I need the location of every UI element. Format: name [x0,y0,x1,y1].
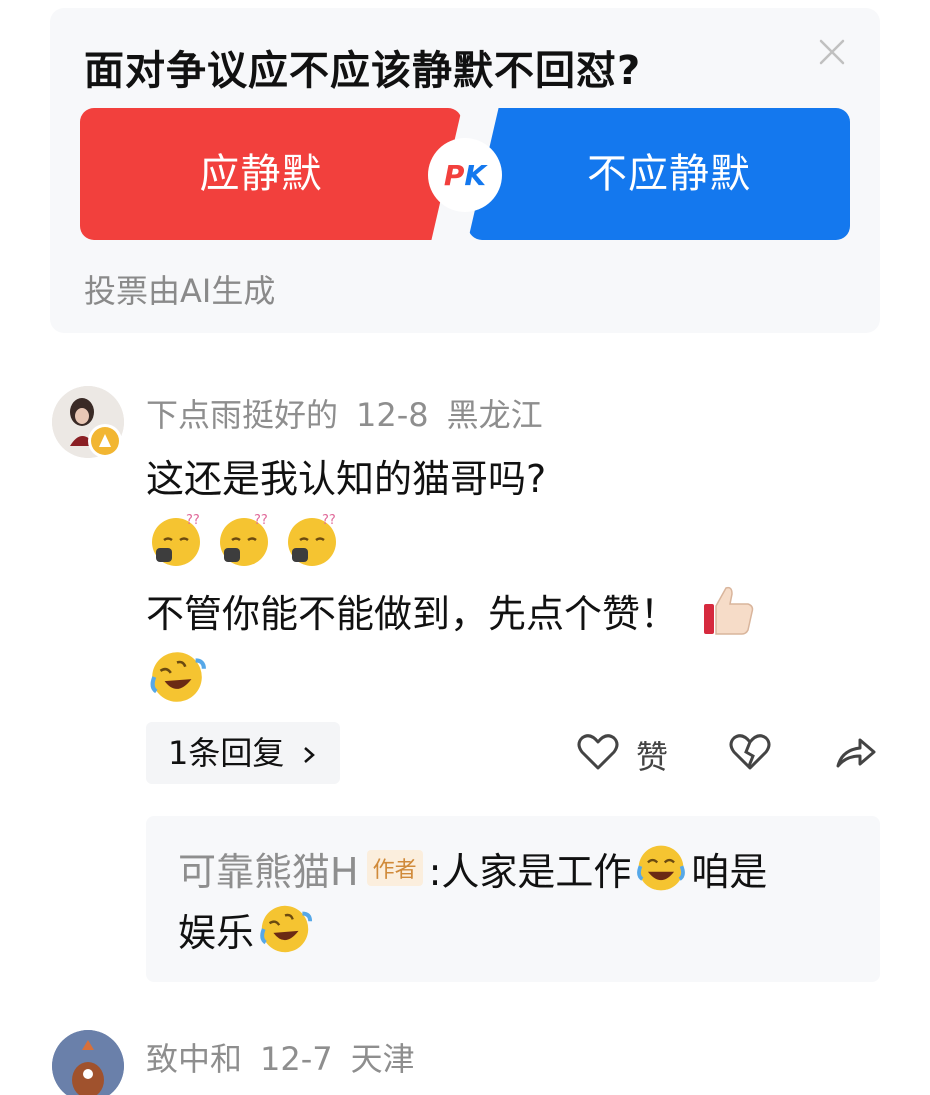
view-replies-button[interactable]: 1条回复 [146,722,340,784]
comment-date: 12-8 [356,396,429,434]
rofl-emoji [260,905,313,953]
comment-username[interactable]: 下点雨挺好的 [146,396,338,434]
comment-meta: 致中和 12-7 天津 [146,1034,433,1080]
share-button[interactable] [834,732,878,776]
share-arrow-icon [836,738,876,768]
vote-option-left[interactable]: 应静默 [80,108,462,240]
thinking-sleepy-emoji: ?? [220,513,268,566]
vote-option-right[interactable]: 不应静默 [468,108,850,240]
comment-location: 天津 [350,1040,415,1078]
reply-text-b: 咱是 [691,849,768,894]
close-icon[interactable] [814,34,850,70]
thinking-sleepy-emoji: ?? [152,513,200,566]
avatar[interactable] [52,1030,124,1095]
vote-option-left-label: 应静默 [199,151,323,197]
emoji-row: ?? ?? ?? [146,510,342,570]
svg-text:??: ?? [254,513,268,528]
author-tag: 作者 [366,850,423,886]
rofl-emoji [150,652,206,702]
reply-text-a: :人家是工作 [428,849,632,894]
reply-count-label: 1条回复 [168,734,285,772]
thumbs-up-emoji [704,586,754,635]
pk-k: K [464,158,487,192]
reply-preview[interactable]: 可靠熊猫H 作者 :人家是工作 咱是 娱乐 [146,816,880,982]
pk-p: P [443,158,465,192]
svg-text:??: ?? [322,513,336,528]
comment-username[interactable]: 致中和 [146,1040,242,1078]
pk-badge: PK [428,138,502,212]
comment-line-1: 这还是我认知的猫哥吗? [146,457,547,501]
reply-line-2: 娱乐 [178,900,314,958]
dislike-button[interactable] [728,732,772,776]
comment-line-2: 不管你能不能做到，先点个赞！ [146,580,758,640]
reply-line-1: 可靠熊猫H 作者 :人家是工作 咱是 [178,840,767,896]
poll-title: 面对争议应不应该静默不回怼? [84,48,642,94]
comment-date: 12-7 [260,1040,333,1078]
reply-username[interactable]: 可靠熊猫H [178,841,359,896]
thinking-sleepy-emoji: ?? [288,513,336,566]
level-badge-icon [88,424,122,458]
heart-icon [577,734,619,770]
reply-text-c: 娱乐 [178,910,255,955]
broken-heart-icon [729,734,771,770]
comment-meta: 下点雨挺好的 12-8 黑龙江 [146,390,561,436]
poll-card: 面对争议应不应该静默不回怼? 应静默 不应静默 PK 投票由AI生成 [50,8,880,333]
vote-bar: 应静默 不应静默 PK [80,108,850,240]
like-button[interactable] [576,732,620,776]
like-label[interactable]: 赞 [636,732,668,778]
laughing-tears-emoji [637,845,686,891]
vote-option-right-label: 不应静默 [587,151,751,197]
poll-note: 投票由AI生成 [84,272,276,310]
comment-location: 黑龙江 [446,396,543,434]
comment-line-2-text: 不管你能不能做到，先点个赞！ [146,591,679,636]
svg-text:??: ?? [186,513,200,528]
chevron-right-icon [303,747,315,763]
